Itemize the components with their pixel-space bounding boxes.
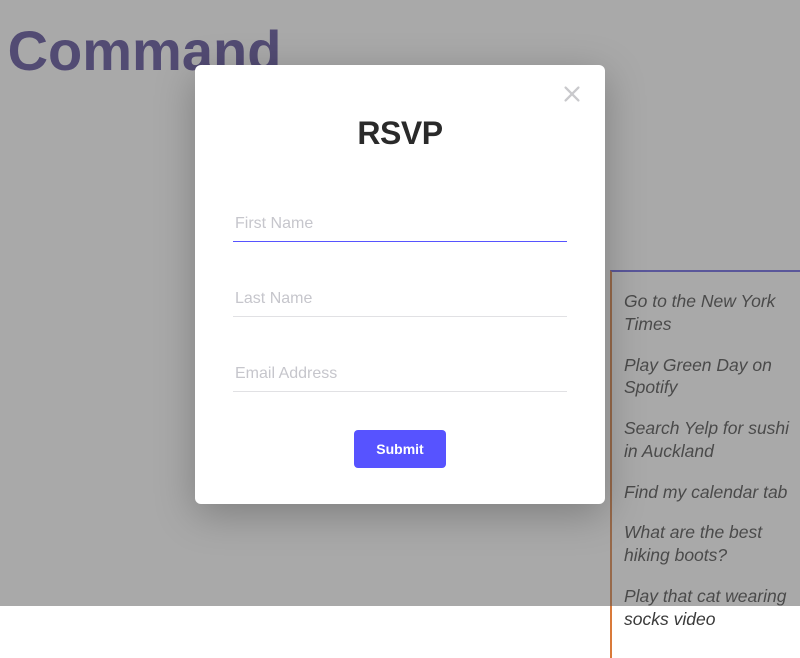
last-name-field[interactable] bbox=[233, 282, 567, 317]
email-field[interactable] bbox=[233, 357, 567, 392]
rsvp-form: Submit bbox=[195, 207, 605, 468]
first-name-field[interactable] bbox=[233, 207, 567, 242]
close-icon bbox=[561, 83, 583, 105]
modal-title: RSVP bbox=[195, 115, 605, 152]
submit-button[interactable]: Submit bbox=[354, 430, 445, 468]
close-button[interactable] bbox=[561, 83, 583, 105]
rsvp-modal: RSVP Submit bbox=[195, 65, 605, 504]
modal-overlay[interactable]: RSVP Submit bbox=[0, 0, 800, 606]
